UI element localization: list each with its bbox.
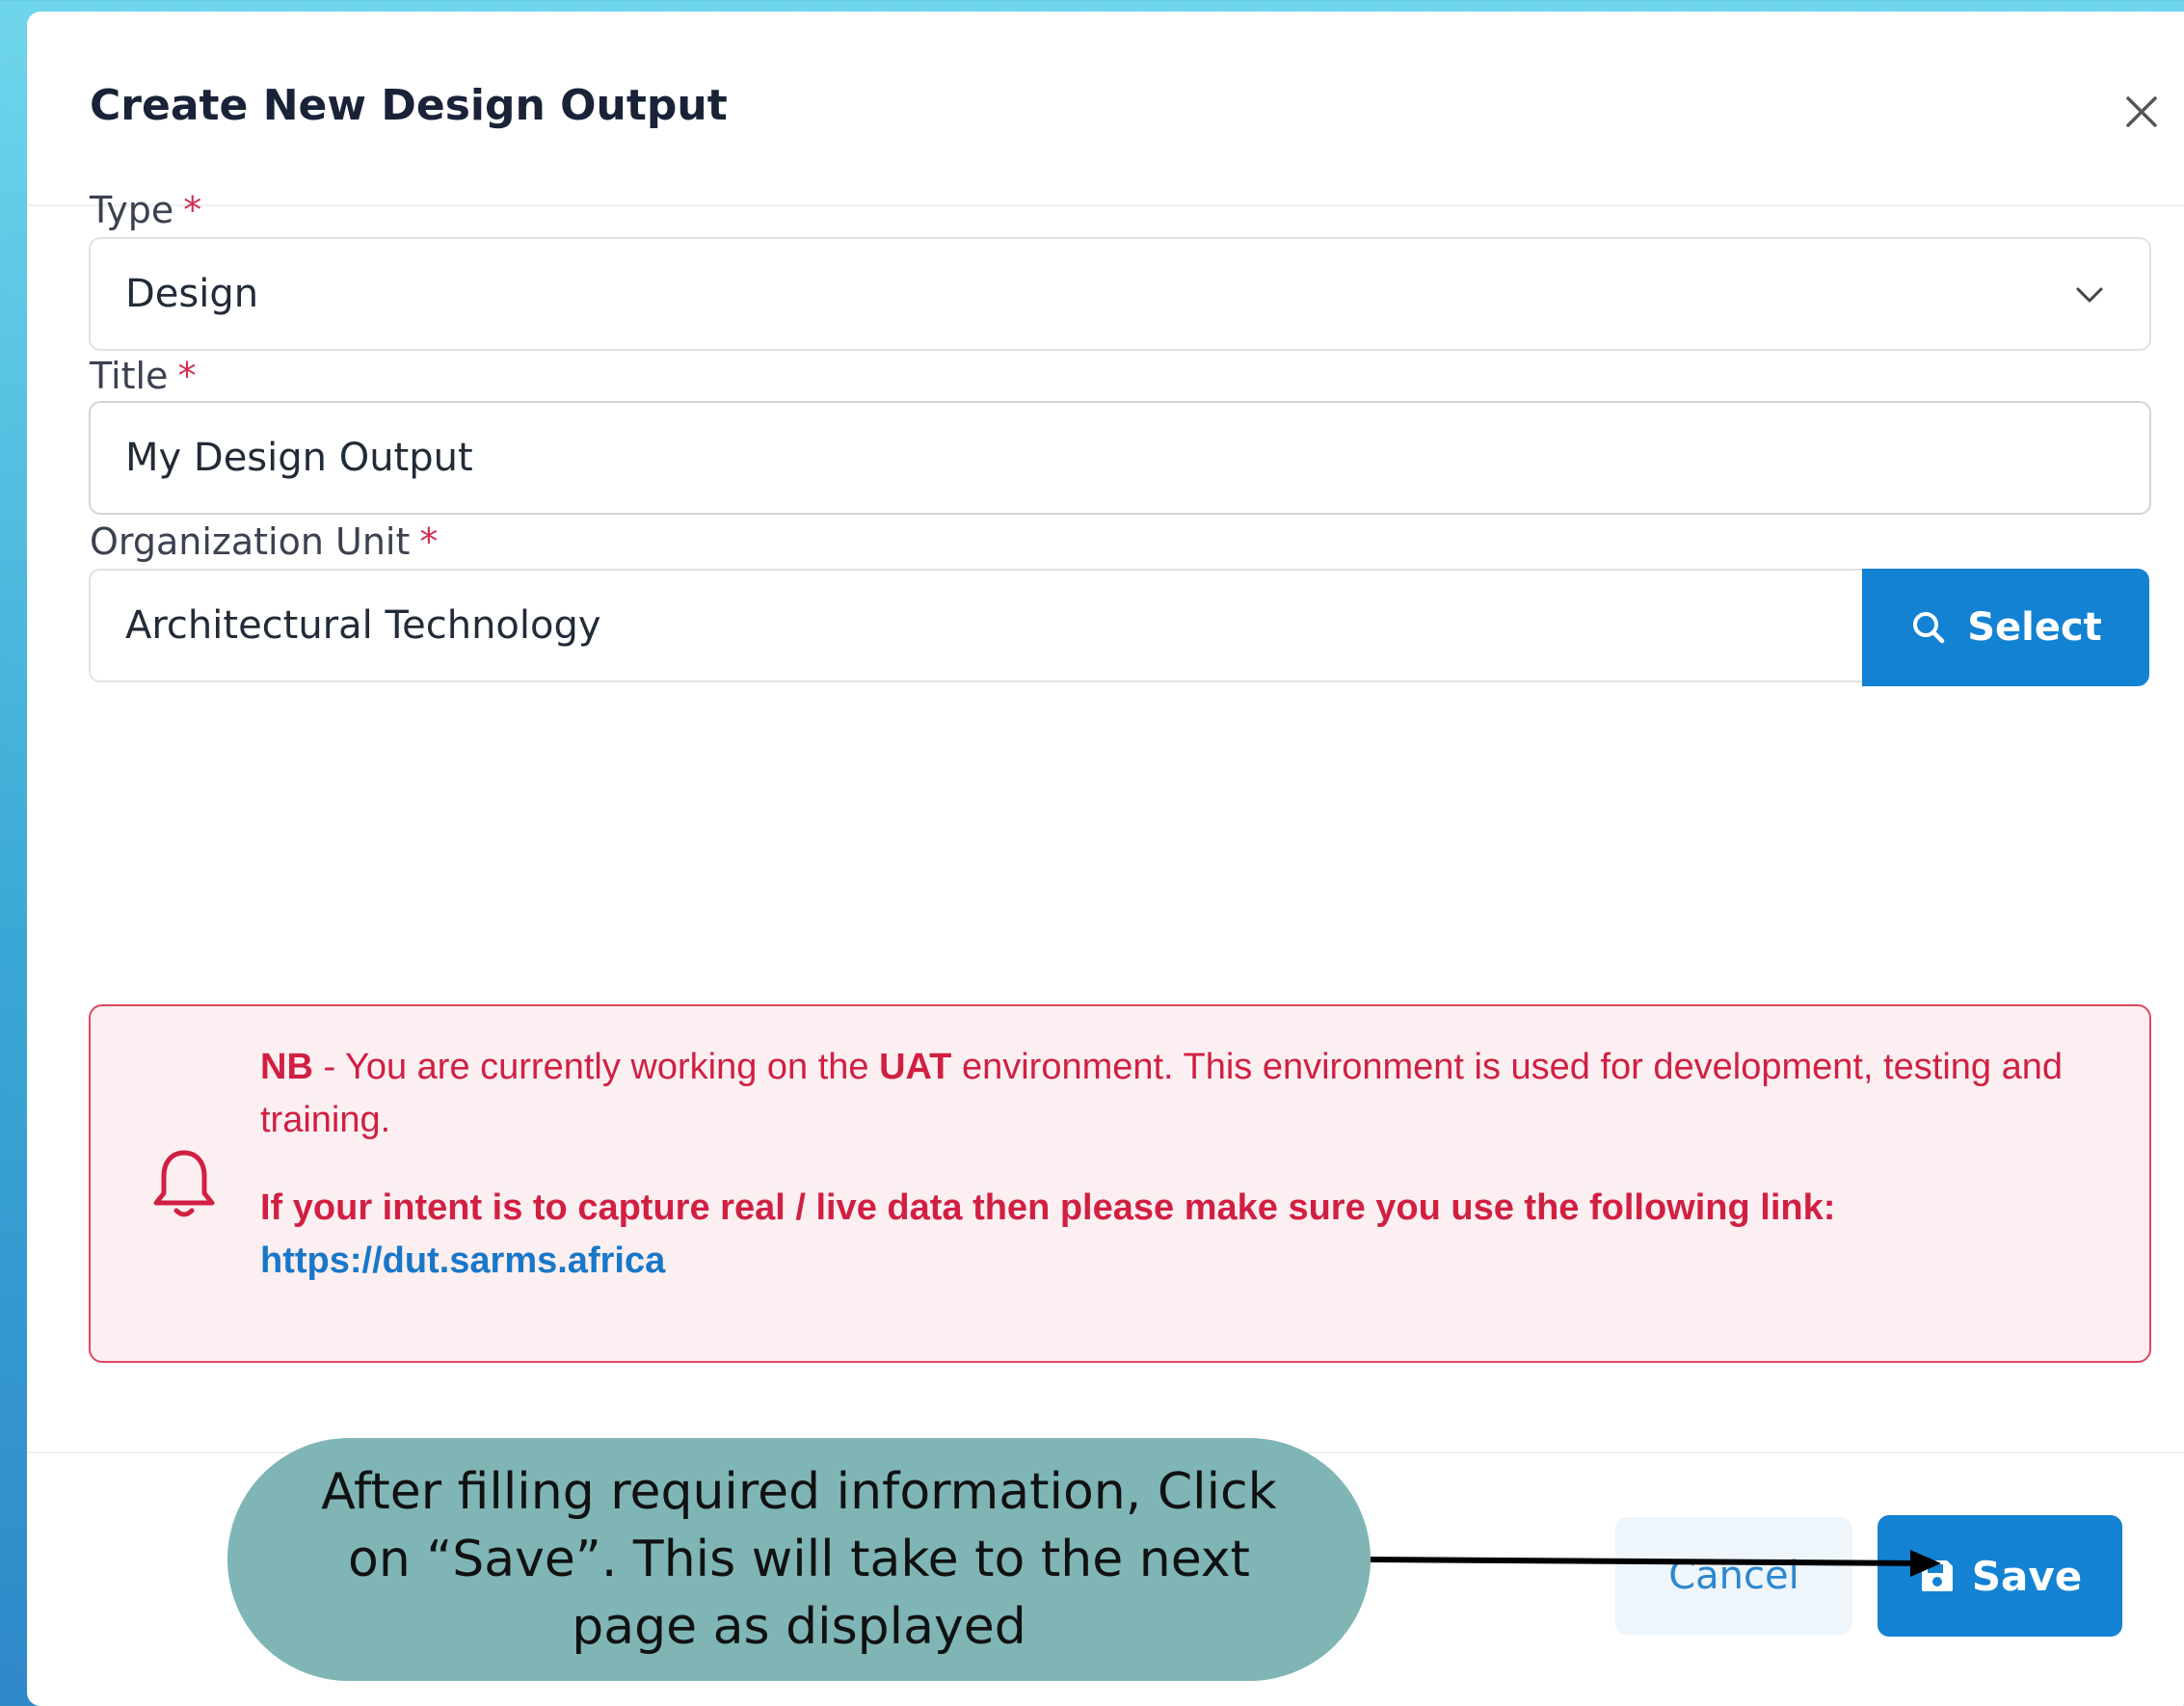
chevron-down-icon bbox=[2076, 287, 2103, 303]
save-button-label: Save bbox=[1971, 1552, 2083, 1600]
modal-title: Create New Design Output bbox=[90, 81, 728, 130]
org-unit-select-button[interactable]: Select bbox=[1862, 569, 2149, 686]
select-button-label: Select bbox=[1967, 605, 2102, 650]
nb-label: NB bbox=[260, 1047, 313, 1087]
title-input-value: My Design Output bbox=[125, 436, 473, 480]
alert-environment-notice: NB - You are currently working on the UA… bbox=[260, 1047, 2063, 1140]
org-unit-value: Architectural Technology bbox=[125, 603, 601, 648]
type-select[interactable]: Design bbox=[89, 237, 2151, 351]
uat-warning-alert: NB - You are currently working on the UA… bbox=[89, 1004, 2151, 1363]
required-marker: * bbox=[419, 520, 439, 563]
alert-intent-notice: If your intent is to capture real / live… bbox=[260, 1182, 2111, 1288]
instruction-callout: After filling required information, Clic… bbox=[227, 1438, 1371, 1681]
org-unit-input[interactable]: Architectural Technology bbox=[89, 569, 1864, 682]
alert-text: NB - You are currently working on the UA… bbox=[260, 1041, 2111, 1288]
type-label: Type * bbox=[90, 189, 202, 231]
required-marker: * bbox=[183, 189, 202, 231]
title-input[interactable]: My Design Output bbox=[89, 401, 2151, 515]
bell-icon bbox=[153, 1150, 215, 1217]
search-icon bbox=[1913, 612, 1945, 644]
close-icon[interactable] bbox=[2118, 89, 2165, 135]
arrow-icon bbox=[1370, 1550, 1941, 1577]
uat-label: UAT bbox=[879, 1047, 952, 1087]
title-label: Title * bbox=[90, 355, 197, 397]
production-link[interactable]: https://dut.sarms.africa bbox=[260, 1235, 665, 1288]
org-unit-label: Organization Unit * bbox=[90, 520, 439, 563]
type-select-value: Design bbox=[125, 272, 259, 316]
required-marker: * bbox=[177, 355, 197, 397]
modal-header: Create New Design Output bbox=[27, 12, 2184, 206]
